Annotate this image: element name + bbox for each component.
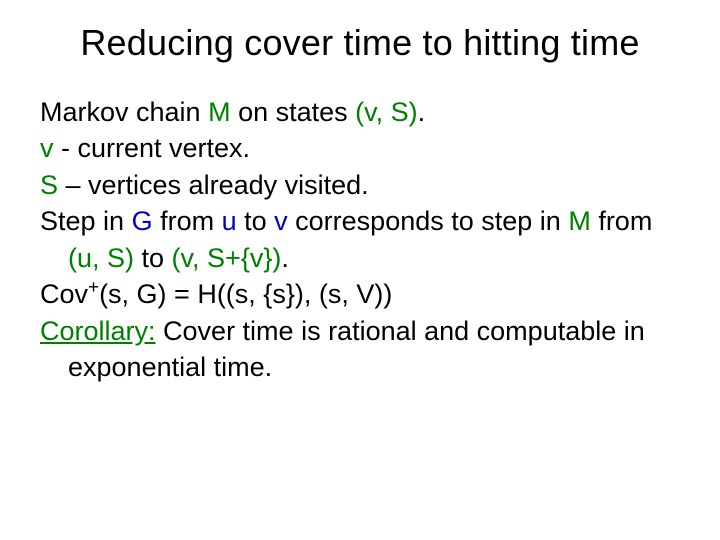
state-uS: (u, S) <box>68 243 134 273</box>
cov-text: Cov <box>40 279 88 309</box>
text: on states <box>231 97 356 127</box>
line-1: Markov chain M on states (v, S). <box>40 94 680 130</box>
text: Step in <box>40 206 132 236</box>
corollary-label: Corollary: <box>40 316 156 346</box>
var-M2: M <box>568 206 591 236</box>
cov-sup: + <box>88 277 99 298</box>
slide-title: Reducing cover time to hitting time <box>40 22 680 64</box>
text: – vertices already visited. <box>58 170 369 200</box>
var-u: u <box>222 206 237 236</box>
text: from <box>153 206 222 236</box>
var-M: M <box>208 97 231 127</box>
line-6: Corollary: Cover time is rational and co… <box>40 313 680 386</box>
state-vSv: (v, S+{v}) <box>172 243 282 273</box>
corollary-underline: Corollary: <box>40 316 156 346</box>
state-vS: (v, S) <box>355 97 418 127</box>
var-v: v <box>40 133 54 163</box>
line-5: Cov+(s, G) = H((s, {s}), (s, V)) <box>40 276 680 312</box>
line-2: v - current vertex. <box>40 130 680 166</box>
slide-body: Markov chain M on states (v, S). v - cur… <box>40 94 680 386</box>
var-G: G <box>132 206 153 236</box>
text: . <box>281 243 289 273</box>
text: from <box>591 206 653 236</box>
line-3: S – vertices already visited. <box>40 167 680 203</box>
var-S: S <box>40 170 58 200</box>
text: . <box>418 97 426 127</box>
text: - current vertex. <box>54 133 251 163</box>
text: to <box>237 206 275 236</box>
text: corresponds to step in <box>288 206 569 236</box>
cov-rest: (s, G) = H((s, {s}), (s, V)) <box>99 279 392 309</box>
text: Markov chain <box>40 97 208 127</box>
line-4: Step in G from u to v corresponds to ste… <box>40 203 680 276</box>
slide: Reducing cover time to hitting time Mark… <box>0 0 720 540</box>
text: to <box>134 243 172 273</box>
var-v2: v <box>274 206 288 236</box>
